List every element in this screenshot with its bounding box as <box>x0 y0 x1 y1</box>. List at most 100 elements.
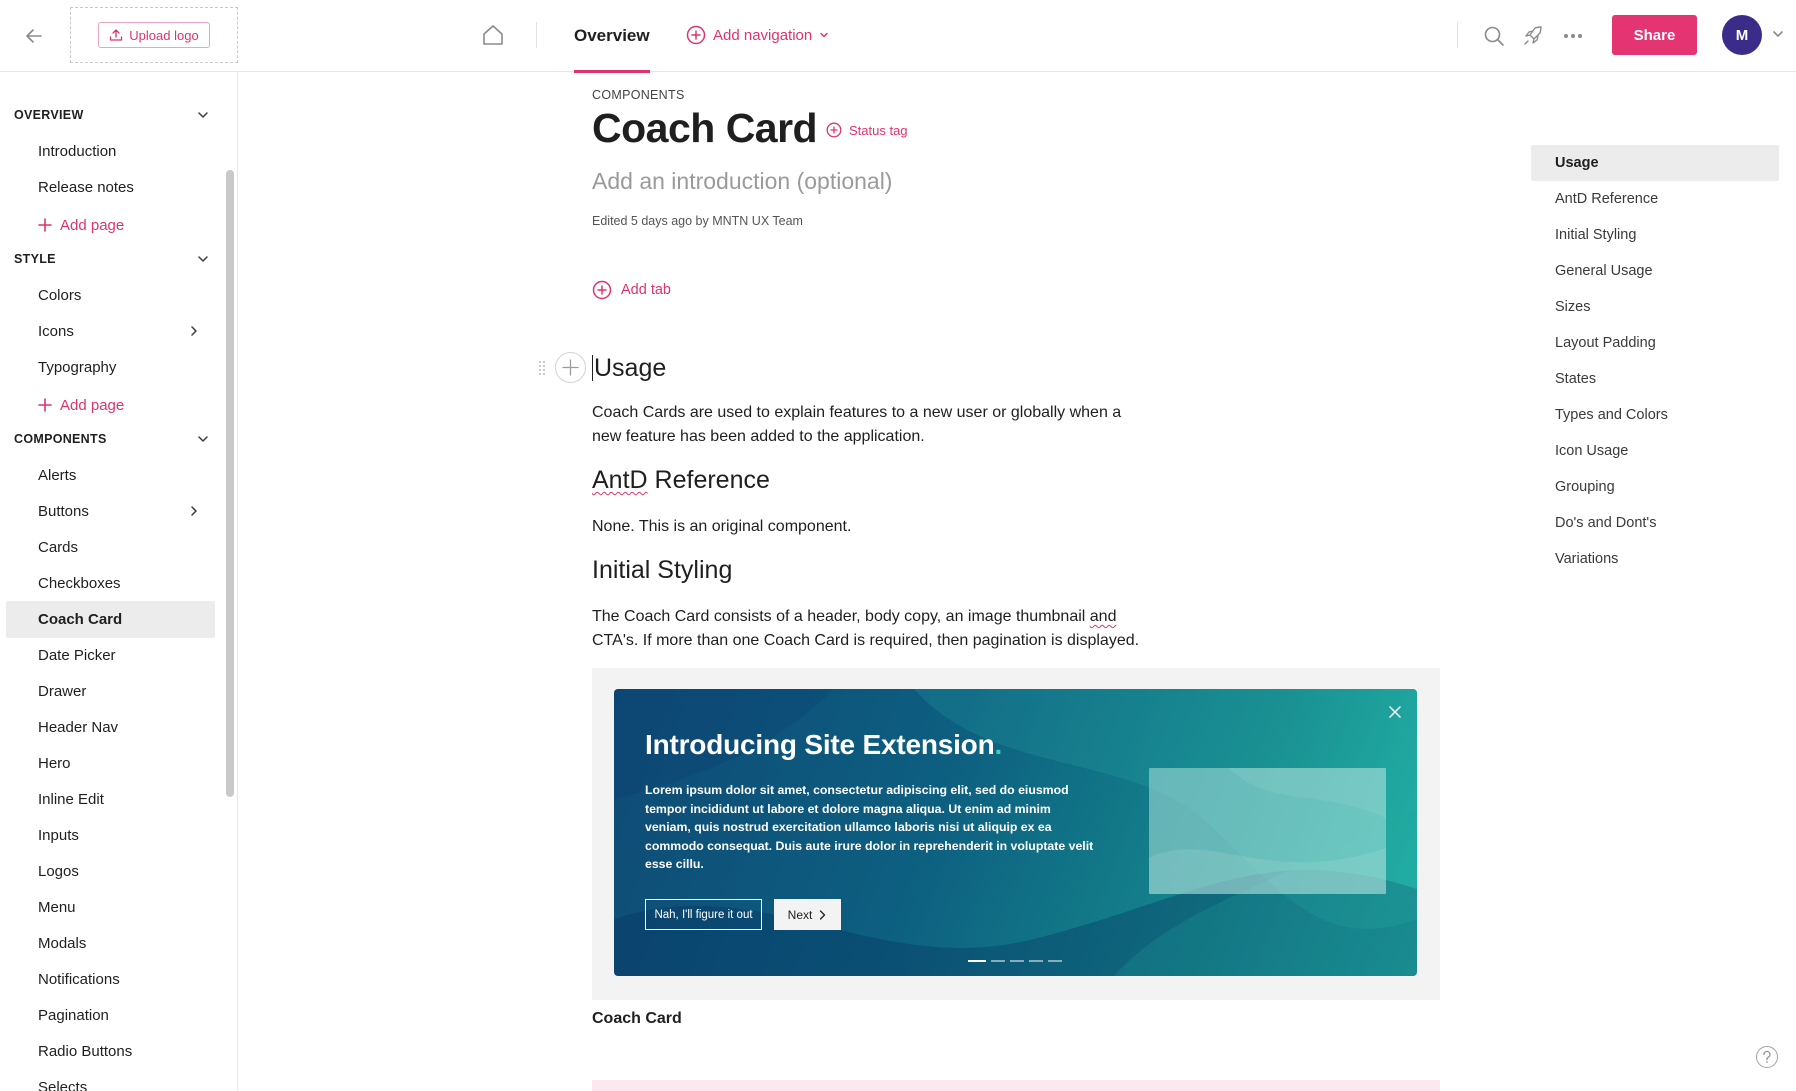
chevron-down-icon <box>820 32 828 38</box>
image-caption[interactable]: Coach Card <box>592 1010 682 1028</box>
antd-reference-heading[interactable]: AntD Reference <box>592 466 770 495</box>
chevron-down-icon <box>198 112 208 118</box>
usage-heading[interactable]: Usage <box>592 354 666 383</box>
sidebar-item-logos[interactable]: Logos <box>6 853 215 890</box>
sidebar-item-typography[interactable]: Typography <box>6 349 215 386</box>
chevron-right-icon[interactable] <box>187 504 201 518</box>
sidebar-scrollbar[interactable] <box>226 170 234 797</box>
search-button[interactable] <box>1478 20 1510 52</box>
sidebar-item-hero[interactable]: Hero <box>6 745 215 782</box>
plus-circle-icon <box>592 280 612 300</box>
toc-item-initial-styling[interactable]: Initial Styling <box>1531 217 1779 253</box>
add-block-button[interactable] <box>555 352 586 383</box>
chevron-right-icon <box>820 909 826 920</box>
sidebar-section-components[interactable]: COMPONENTS <box>14 427 210 451</box>
toc-item-types-and-colors[interactable]: Types and Colors <box>1531 397 1779 433</box>
sidebar-item-notifications[interactable]: Notifications <box>6 961 215 998</box>
avatar[interactable]: M <box>1722 15 1762 55</box>
plus-icon <box>38 398 52 412</box>
sidebar-item-coach-card[interactable]: Coach Card <box>6 601 215 638</box>
drag-handle-icon[interactable] <box>537 360 547 376</box>
share-button[interactable]: Share <box>1612 15 1697 55</box>
toc-item-dos-and-donts[interactable]: Do's and Dont's <box>1531 505 1779 541</box>
sidebar-item-selects[interactable]: Selects <box>6 1069 215 1091</box>
section-title: OVERVIEW <box>14 108 84 122</box>
toc-item-variations[interactable]: Variations <box>1531 541 1779 577</box>
pagination-dot[interactable] <box>1048 960 1062 962</box>
sidebar-item-buttons[interactable]: Buttons <box>6 493 215 530</box>
chevron-down-icon[interactable] <box>1770 26 1786 42</box>
pagination-dot[interactable] <box>1010 960 1024 962</box>
search-icon <box>1484 26 1504 46</box>
card-body: Lorem ipsum dolor sit amet, consectetur … <box>645 783 1094 871</box>
sidebar-item-date-picker[interactable]: Date Picker <box>6 637 215 674</box>
sidebar-item-cards[interactable]: Cards <box>6 529 215 566</box>
sidebar-item-label: Hero <box>38 755 71 772</box>
close-icon[interactable] <box>1387 704 1403 720</box>
sidebar-item-modals[interactable]: Modals <box>6 925 215 962</box>
sidebar-item-label: Date Picker <box>38 647 116 664</box>
initial-styling-heading[interactable]: Initial Styling <box>592 556 732 585</box>
toc-item-sizes[interactable]: Sizes <box>1531 289 1779 325</box>
plus-circle-icon <box>686 25 706 45</box>
sidebar-item-label: Header Nav <box>38 719 119 736</box>
more-button[interactable] <box>1557 20 1589 52</box>
upload-logo-button[interactable]: Upload logo <box>98 22 210 48</box>
sidebar-item-drawer[interactable]: Drawer <box>6 673 215 710</box>
next-button[interactable]: Next <box>774 899 841 930</box>
upload-logo-label: Upload logo <box>129 27 199 43</box>
top-bar: Upload logo Overview Add navigation Shar… <box>0 0 1796 73</box>
pagination-dot[interactable] <box>968 960 986 962</box>
breadcrumb[interactable]: COMPONENTS <box>592 88 685 102</box>
section-title: COMPONENTS <box>14 432 107 446</box>
image-block[interactable]: Introducing Site Extension. Lorem ipsum … <box>592 668 1440 1000</box>
add-page-button[interactable]: Add page <box>38 393 124 417</box>
add-navigation-button[interactable]: Add navigation <box>686 22 829 48</box>
toc-item-antd-reference[interactable]: AntD Reference <box>1531 181 1779 217</box>
publish-button[interactable] <box>1517 20 1549 52</box>
toc-item-usage[interactable]: Usage <box>1531 145 1779 181</box>
sidebar-item-alerts[interactable]: Alerts <box>6 457 215 494</box>
back-button[interactable] <box>18 20 50 52</box>
home-button[interactable] <box>478 20 508 50</box>
status-tag-button[interactable]: Status tag <box>826 122 908 138</box>
sidebar-section-style[interactable]: STYLE <box>14 247 210 271</box>
add-page-button[interactable]: Add page <box>38 213 124 237</box>
add-tab-button[interactable]: Add tab <box>592 280 671 300</box>
sidebar-item-radio-buttons[interactable]: Radio Buttons <box>6 1033 215 1070</box>
toc-item-general-usage[interactable]: General Usage <box>1531 253 1779 289</box>
tab-overview[interactable]: Overview <box>574 0 650 73</box>
usage-text[interactable]: Coach Cards are used to explain features… <box>592 401 1152 449</box>
toc-item-states[interactable]: States <box>1531 361 1779 397</box>
dismiss-button[interactable]: Nah, I'll figure it out <box>645 899 762 930</box>
introduction-input[interactable]: Add an introduction (optional) <box>592 168 892 195</box>
sidebar-item-header-nav[interactable]: Header Nav <box>6 709 215 746</box>
pagination-dot[interactable] <box>991 960 1005 962</box>
rocket-icon <box>1524 26 1542 45</box>
initial-styling-text[interactable]: The Coach Card consists of a header, bod… <box>592 605 1162 653</box>
pagination-dots <box>968 960 1062 962</box>
text-cursor <box>592 355 593 381</box>
sidebar-item-colors[interactable]: Colors <box>6 277 215 314</box>
help-button[interactable] <box>1756 1046 1778 1068</box>
toc-item-grouping[interactable]: Grouping <box>1531 469 1779 505</box>
sidebar-item-menu[interactable]: Menu <box>6 889 215 926</box>
sidebar-section-overview[interactable]: OVERVIEW <box>14 103 210 127</box>
sidebar-item-pagination[interactable]: Pagination <box>6 997 215 1034</box>
sidebar-item-checkboxes[interactable]: Checkboxes <box>6 565 215 602</box>
toc-item-icon-usage[interactable]: Icon Usage <box>1531 433 1779 469</box>
chevron-right-icon[interactable] <box>187 324 201 338</box>
sidebar-item-introduction[interactable]: Introduction <box>6 133 215 170</box>
sidebar-item-release-notes[interactable]: Release notes <box>6 169 215 206</box>
toc-item-layout-padding[interactable]: Layout Padding <box>1531 325 1779 361</box>
antd-reference-text[interactable]: None. This is an original component. <box>592 515 1152 539</box>
more-icon <box>1564 34 1582 38</box>
edited-meta: Edited 5 days ago by MNTN UX Team <box>592 214 803 228</box>
pagination-dot[interactable] <box>1029 960 1043 962</box>
sidebar-item-label: Typography <box>38 359 117 376</box>
sidebar-item-inputs[interactable]: Inputs <box>6 817 215 854</box>
page-title[interactable]: Coach Card <box>592 105 818 152</box>
sidebar-item-inline-edit[interactable]: Inline Edit <box>6 781 215 818</box>
sidebar-item-icons[interactable]: Icons <box>6 313 215 350</box>
styling-text-part: The Coach Card consists of a header, bod… <box>592 608 1090 625</box>
